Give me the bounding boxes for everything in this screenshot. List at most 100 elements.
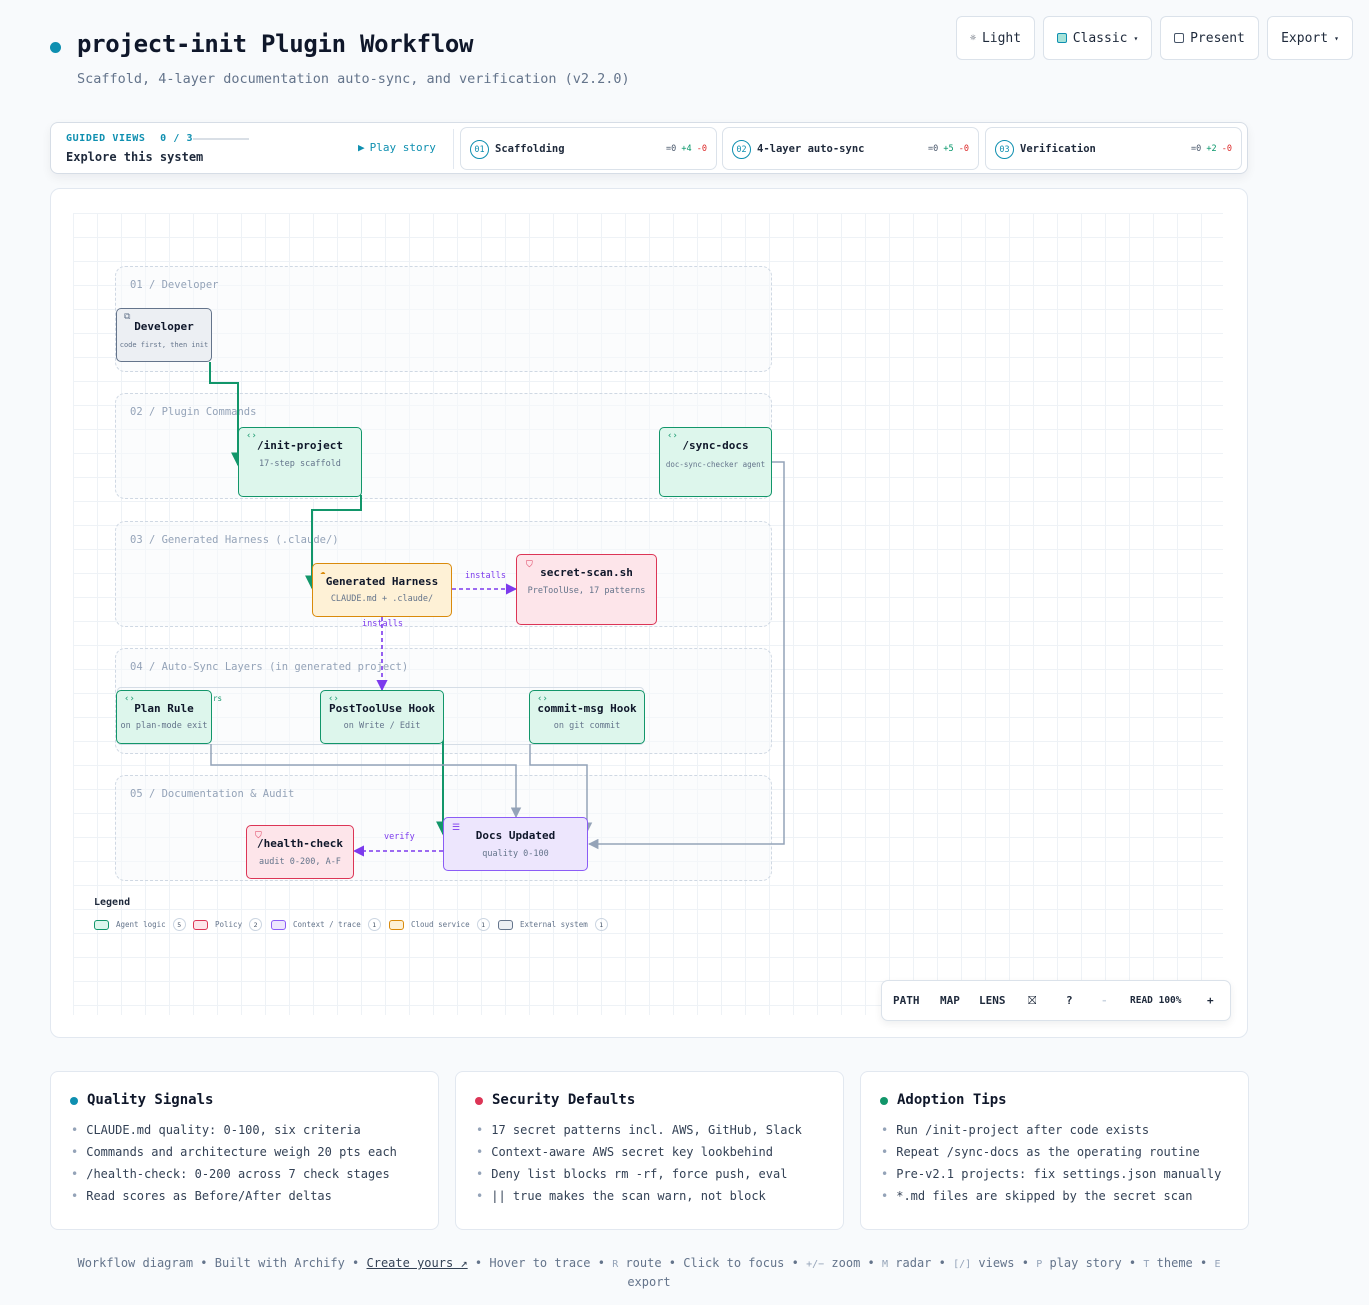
legend-swatch: [193, 919, 208, 930]
card-security-defaults: Security Defaults 17 secret patterns inc…: [455, 1071, 844, 1230]
canvas-controls: PATH MAP LENS ⛝ ? - READ 100% +: [881, 980, 1231, 1021]
guided-separator: [453, 129, 454, 169]
legend-item-cloud[interactable]: Cloud service 1: [389, 918, 490, 931]
chevron-down-icon: ▾: [1334, 33, 1339, 43]
legend-item-policy[interactable]: Policy 2: [193, 918, 263, 931]
present-icon: [1174, 33, 1185, 43]
view-number: 01: [470, 140, 489, 159]
edge-label-installs: installs: [362, 619, 403, 629]
list-item: Context-aware AWS secret key lookbehind: [476, 1143, 802, 1165]
play-story-label: Play story: [369, 141, 436, 154]
footer-key-e: E: [1214, 1259, 1221, 1270]
create-yours-link[interactable]: Create yours ↗: [367, 1256, 468, 1270]
fullscreen-icon[interactable]: ⛝: [1028, 994, 1036, 1008]
sun-icon: ☼: [969, 32, 976, 44]
present-label: Present: [1190, 30, 1245, 46]
edge-label-verify: verify: [384, 832, 415, 842]
zoom-in-button[interactable]: +: [1207, 994, 1214, 1007]
list-item: CLAUDE.md quality: 0-100, six criteria: [71, 1121, 397, 1143]
footer-views: views: [978, 1256, 1015, 1270]
footer-line-2: export: [0, 1275, 1298, 1289]
node-title: Plan Rule: [134, 702, 194, 715]
node-sync-docs[interactable]: ‹› /sync-docs doc-sync-checker agent: [659, 427, 772, 497]
lane-label: 03 / Generated Harness (.claude/): [130, 534, 339, 546]
footer-key-t: T: [1143, 1259, 1150, 1270]
legend-label: Agent logic: [116, 920, 166, 929]
legend-swatch: [389, 919, 404, 930]
classic-theme-dropdown[interactable]: Classic ▾: [1043, 16, 1152, 60]
node-docs-updated[interactable]: ☰ Docs Updated quality 0-100: [443, 817, 588, 871]
map-button[interactable]: MAP: [940, 994, 960, 1007]
card-title: Quality Signals: [87, 1092, 214, 1108]
legend-swatch: [271, 919, 286, 930]
footer-key-zoom: +/−: [806, 1259, 825, 1270]
zoom-out-button[interactable]: -: [1101, 994, 1108, 1007]
card-adoption-tips: Adoption Tips Run /init-project after co…: [860, 1071, 1249, 1230]
node-subtitle: on git commit: [553, 721, 621, 731]
node-posttooluse-hook[interactable]: ‹› PostToolUse Hook on Write / Edit: [320, 690, 444, 744]
chevron-down-icon: ▾: [1133, 33, 1139, 43]
card-title: Adoption Tips: [897, 1092, 1007, 1108]
list-item: Deny list blocks rm -rf, force push, eva…: [476, 1165, 802, 1187]
node-generated-harness[interactable]: ☁ Generated Harness CLAUDE.md + .claude/: [312, 563, 452, 617]
footer-key-views: [/]: [953, 1259, 972, 1270]
node-init-project[interactable]: ‹› /init-project 17-step scaffold: [238, 427, 362, 497]
legend-count: 1: [594, 918, 608, 931]
path-button[interactable]: PATH: [893, 994, 920, 1007]
guided-views-bar: GUIDED VIEWS 0 / 3 Explore this system ▶…: [50, 122, 1248, 174]
node-title: /init-project: [256, 439, 344, 452]
legend-label: Cloud service: [411, 920, 470, 929]
node-plan-rule[interactable]: ‹› Plan Rule on plan-mode exit: [116, 690, 212, 744]
legend-label: External system: [520, 920, 588, 929]
play-story-button[interactable]: ▶ Play story: [358, 141, 436, 154]
legend-count: 2: [249, 918, 263, 931]
guided-progress-track: [193, 138, 249, 140]
footer-hover: Hover to trace: [489, 1256, 591, 1270]
lane-developer: 01 / Developer: [115, 266, 772, 372]
legend-count: 1: [367, 918, 381, 931]
legend-item-external[interactable]: External system 1: [498, 918, 608, 931]
lane-label: 02 / Plugin Commands: [130, 406, 257, 418]
footer-export: export: [627, 1275, 671, 1289]
play-icon: ▶: [358, 141, 365, 154]
classic-theme-label: Classic: [1072, 30, 1128, 46]
view-diff-stats: =0 +5 -0: [928, 144, 969, 154]
present-button[interactable]: Present: [1160, 16, 1259, 60]
card-list: CLAUDE.md quality: 0-100, six criteria C…: [71, 1121, 397, 1209]
view-diff-stats: =0 +2 -0: [1191, 144, 1232, 154]
view-card-verification[interactable]: 03 Verification =0 +2 -0: [985, 127, 1242, 170]
list-item: Read scores as Before/After deltas: [71, 1187, 397, 1209]
help-button[interactable]: ?: [1066, 994, 1073, 1007]
card-list: Run /init-project after code exists Repe…: [881, 1121, 1221, 1209]
node-subtitle: audit 0-200, A-F: [259, 857, 341, 867]
node-title: Developer: [134, 320, 194, 333]
legend-title: Legend: [94, 897, 131, 908]
view-label: Scaffolding: [495, 143, 565, 155]
lane-label: 05 / Documentation & Audit: [130, 788, 295, 800]
list-item: 17 secret patterns incl. AWS, GitHub, Sl…: [476, 1121, 802, 1143]
footer-workflow: Workflow diagram: [77, 1256, 194, 1270]
lens-button[interactable]: LENS: [979, 994, 1006, 1007]
node-subtitle: CLAUDE.md + .claude/: [330, 594, 434, 604]
light-theme-button[interactable]: ☼ Light: [956, 16, 1035, 60]
node-secret-scan[interactable]: ⛉ secret-scan.sh PreToolUse, 17 patterns: [516, 554, 657, 625]
node-health-check[interactable]: ⛉ /health-check audit 0-200, A-F: [246, 825, 354, 879]
footer-click: Click to focus: [683, 1256, 785, 1270]
node-title: commit-msg Hook: [537, 702, 637, 715]
footer-play: play story: [1049, 1256, 1122, 1270]
legend-swatch: [94, 919, 109, 930]
list-item: /health-check: 0-200 across 7 check stag…: [71, 1165, 397, 1187]
export-label: Export: [1281, 30, 1329, 46]
legend-item-agent[interactable]: Agent logic 5: [94, 918, 186, 931]
node-developer[interactable]: ⧉ Developer code first, then init: [116, 308, 212, 362]
node-commit-msg-hook[interactable]: ‹› commit-msg Hook on git commit: [529, 690, 645, 744]
view-card-auto-sync[interactable]: 02 4-layer auto-sync =0 +5 -0: [722, 127, 979, 170]
guided-views-progress: 0 / 3: [160, 133, 194, 144]
export-dropdown[interactable]: Export ▾: [1267, 16, 1353, 60]
node-title: /sync-docs: [682, 439, 749, 452]
legend-label: Context / trace: [293, 920, 361, 929]
view-card-scaffolding[interactable]: 01 Scaffolding =0 +4 -0: [460, 127, 717, 170]
node-title: Docs Updated: [475, 829, 556, 842]
legend-item-context[interactable]: Context / trace 1: [271, 918, 381, 931]
footer-route: route: [625, 1256, 662, 1270]
